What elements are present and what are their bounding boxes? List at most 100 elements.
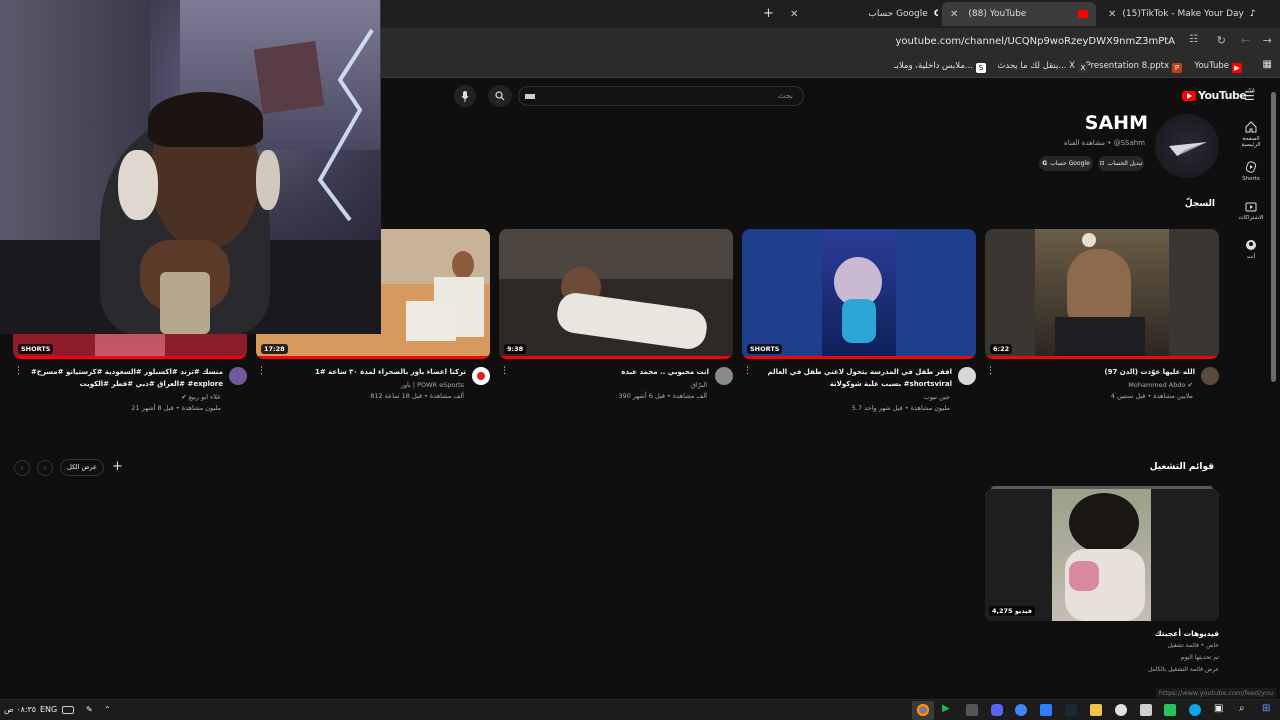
video-title[interactable]: افقر طفل في المدرسة يتحول لاغني طفل في ا…	[752, 366, 952, 390]
headphones-icon	[118, 150, 158, 220]
chrome-icon[interactable]	[917, 704, 929, 716]
youtube-header	[380, 80, 1280, 112]
search-icon[interactable]: ⌕	[1239, 703, 1245, 714]
tab-tiktok[interactable]: ✕ (15)TikTok - Make Your Day ♪	[1100, 2, 1260, 26]
youtube-logo[interactable]: YouTube SA	[1182, 88, 1255, 102]
more-options-icon[interactable]: ⋮	[986, 366, 995, 376]
x-icon: X	[1078, 63, 1088, 73]
more-options-icon[interactable]: ⋮	[257, 366, 266, 376]
play-icon[interactable]: ▶	[942, 703, 954, 715]
search-button[interactable]	[488, 85, 512, 107]
add-playlist-button[interactable]: +	[112, 459, 123, 474]
forward-icon[interactable]: ←	[1241, 34, 1250, 47]
bookmark-x[interactable]: ينقل لك ما يحدث... XX	[997, 61, 1088, 73]
sidebar-item-subscriptions[interactable]: الاشتراكات	[1234, 200, 1268, 221]
chrome-profile-icon[interactable]	[1015, 704, 1027, 716]
close-tab-icon[interactable]: ✕	[790, 9, 798, 20]
new-tab-button[interactable]: +	[763, 6, 774, 21]
video-title[interactable]: الله عليها عوّدت (الدن 97)	[995, 366, 1195, 378]
app-icon[interactable]	[1140, 704, 1152, 716]
edge-icon[interactable]	[1189, 704, 1201, 716]
search-input[interactable]: بحث	[518, 86, 804, 106]
app-icon[interactable]	[966, 704, 978, 716]
view-full-playlist-link[interactable]: عرض قائمة التشغيل بالكامل	[1148, 666, 1219, 673]
close-tab-icon[interactable]: ✕	[1108, 9, 1116, 20]
video-title[interactable]: #متسك #ترند #اكسبلور #السعودية #كرستيانو…	[23, 366, 223, 390]
sidebar-item-label: أنت	[1246, 254, 1256, 260]
playlist-thumbnail[interactable]: 4,275 فيديو	[985, 489, 1219, 621]
sidebar-item-you[interactable]: أنت	[1234, 239, 1268, 260]
view-channel-link[interactable]: مشاهدة القناة	[1064, 139, 1105, 147]
channel-name[interactable]: علاء ابو ربيع	[189, 393, 221, 401]
playlists-title[interactable]: قوائم التشغيل	[1150, 462, 1214, 472]
windows-start-icon[interactable]: ⊞	[1262, 703, 1270, 714]
clock[interactable]: ٠٨:٣٥ ص	[4, 705, 36, 714]
back-icon[interactable]: →	[1263, 34, 1272, 47]
discord-icon[interactable]	[991, 704, 1003, 716]
channel-name[interactable]: البرّاق	[691, 380, 707, 391]
tab-google-account[interactable]: ✕ حساب Google G	[782, 2, 938, 26]
app-icon[interactable]	[1040, 704, 1052, 716]
steam-icon[interactable]	[1065, 704, 1077, 716]
voice-search-button[interactable]	[454, 85, 476, 107]
switch-account-button[interactable]: ⊡ تبديل الحساب	[1098, 156, 1144, 171]
close-tab-icon[interactable]: ✕	[950, 9, 958, 20]
channel-avatar-small[interactable]	[1201, 367, 1219, 385]
more-options-icon[interactable]: ⋮	[14, 366, 23, 376]
tab-title: (15)TikTok - Make Your Day	[1122, 9, 1244, 19]
settings-icon[interactable]	[1115, 704, 1127, 716]
keyboard-icon[interactable]	[62, 706, 74, 714]
video-title[interactable]: تركنا اعضاء باور بالصحراء لمدة ٣٠ ساعة #…	[266, 366, 466, 378]
channel-avatar-small[interactable]	[229, 367, 247, 385]
video-thumbnail[interactable]: 6:22	[985, 229, 1219, 359]
file-explorer-icon[interactable]	[1090, 704, 1102, 716]
channel-avatar-small[interactable]	[715, 367, 733, 385]
video-thumbnail[interactable]: 9:38	[499, 229, 733, 359]
channel-name[interactable]: باور | POWR eSports	[401, 380, 464, 391]
duration-badge: 6:22	[990, 344, 1013, 354]
url-field[interactable]: youtube.com/channel/UCQNp9woRzeyDWX9nmZ3…	[895, 36, 1175, 47]
microphone-icon	[461, 90, 469, 102]
video-title[interactable]: انت محبوبي .. محمد عبده	[509, 366, 709, 378]
more-options-icon[interactable]: ⋮	[500, 366, 509, 376]
scroll-left-button[interactable]: ‹	[14, 460, 30, 476]
pen-icon[interactable]: ✎	[86, 705, 93, 714]
apps-grid-icon[interactable]: ▦	[1263, 59, 1272, 70]
site-settings-icon[interactable]: ☷	[1189, 34, 1198, 45]
video-meta: 4 ملايين مشاهدة • قبل سنتين	[1110, 392, 1193, 400]
channel-name[interactable]: Mohammed Abdo	[1128, 381, 1185, 389]
channel-name: SAHM	[1084, 112, 1148, 134]
bookmark-store[interactable]: ملابس داخلية، وملابـ... S	[894, 61, 986, 73]
youtube-icon: ▶	[1232, 63, 1242, 73]
bookmark-label: Presentation 8.pptx	[1085, 61, 1169, 71]
youtube-icon	[1078, 10, 1088, 18]
channel-avatar-small[interactable]	[472, 367, 490, 385]
reload-icon[interactable]: ↻	[1217, 34, 1226, 47]
bookmarks-bar: ▦ YouTube ▶ Presentation 8.pptx P ينقل لك …	[380, 56, 1280, 78]
s-icon: S	[976, 63, 986, 73]
scroll-right-button[interactable]: ›	[37, 460, 53, 476]
task-view-icon[interactable]: ▣	[1214, 703, 1223, 714]
channel-avatar[interactable]	[1155, 114, 1219, 178]
view-all-button[interactable]: عرض الكل	[60, 459, 104, 476]
bookmark-youtube[interactable]: YouTube ▶	[1194, 61, 1242, 73]
channel-avatar-small[interactable]	[958, 367, 976, 385]
video-thumbnail[interactable]: SHORTS	[742, 229, 976, 359]
app-icon[interactable]	[1164, 704, 1176, 716]
duration-badge: 9:38	[504, 344, 527, 354]
tray-chevron-icon[interactable]: ⌃	[104, 705, 111, 714]
bookmark-presentation[interactable]: Presentation 8.pptx P	[1086, 61, 1182, 73]
history-title[interactable]: السجلّ	[1185, 199, 1215, 209]
channel-name-row: ✔ علاء ابو ربيع	[181, 392, 221, 403]
channel-name[interactable]: جين تيوب	[924, 392, 950, 403]
playlist-title[interactable]: فيديوهات أعجبتك	[1155, 629, 1219, 638]
sidebar-item-shorts[interactable]: Shorts	[1234, 161, 1268, 182]
google-account-button[interactable]: G حساب Google	[1039, 156, 1093, 171]
watch-progress-bar	[13, 356, 247, 359]
language-indicator[interactable]: ENG	[40, 705, 57, 714]
more-options-icon[interactable]: ⋮	[743, 366, 752, 376]
tab-youtube[interactable]: ✕ (88) YouTube	[942, 2, 1096, 26]
scrollbar-thumb[interactable]	[1271, 92, 1276, 382]
keyboard-icon[interactable]	[525, 94, 535, 99]
sidebar-item-home[interactable]: الصفحة الرئيسية	[1234, 121, 1268, 148]
